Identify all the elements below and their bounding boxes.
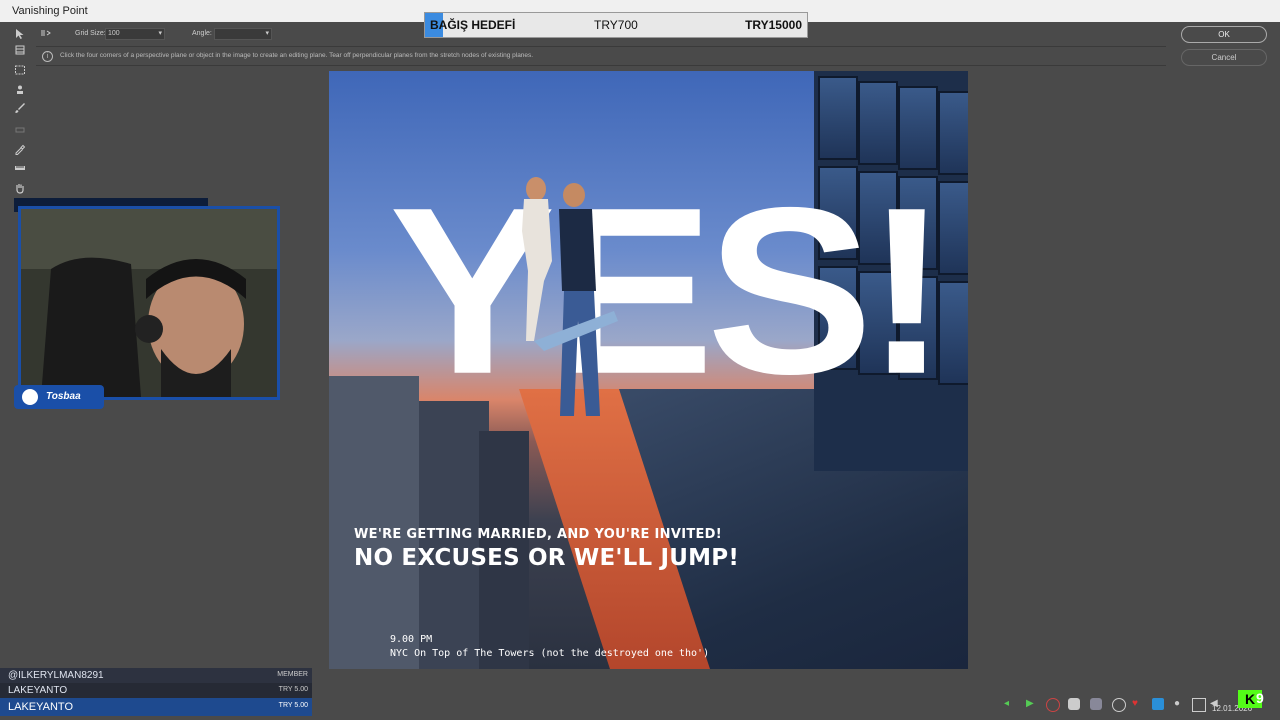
sponsor-badge: Tosbaa	[14, 385, 104, 409]
cancel-button[interactable]: Cancel	[1181, 49, 1267, 66]
chevron-down-icon: ▾	[265, 30, 269, 37]
feed-row: @ILKERYLMAN8291 MEMBER	[0, 668, 312, 683]
sponsor-name: Tosbaa	[46, 391, 81, 402]
feed-name: LAKEYANTO	[8, 685, 68, 696]
transform-icon[interactable]	[10, 122, 30, 138]
poster-time: 9.00 PM	[390, 634, 433, 645]
feed-tag: TRY 5.00	[278, 702, 308, 709]
steam-icon[interactable]	[1112, 698, 1126, 712]
discord-icon[interactable]	[1090, 698, 1102, 710]
webcam-overlay: Tosbaa	[14, 198, 282, 409]
app-icon[interactable]	[1068, 698, 1080, 710]
window-title: Vanishing Point	[12, 5, 88, 17]
feed-name: @ILKERYLMAN8291	[8, 670, 104, 681]
tosbaa-logo-icon	[22, 389, 38, 405]
grid-size-value: 100	[108, 30, 120, 37]
couple-photo	[522, 177, 618, 416]
tools-panel	[0, 24, 36, 214]
streamer-image	[21, 209, 277, 397]
plane-options-icon[interactable]	[40, 29, 52, 37]
arrow-icon[interactable]: ◂	[1004, 698, 1016, 710]
arrow-pointer-icon[interactable]	[10, 26, 30, 42]
play-icon[interactable]: ▶	[1026, 698, 1038, 710]
feed-name: LAKEYANTO	[8, 701, 74, 713]
webcam-feed	[18, 206, 280, 400]
donation-feed: @ILKERYLMAN8291 MEMBER LAKEYANTO TRY 5.0…	[0, 668, 312, 720]
donation-goal-bar: BAĞIŞ HEDEFİ TRY700 TRY15000	[424, 12, 808, 38]
ok-button[interactable]: OK	[1181, 26, 1267, 43]
poster-place: NYC On Top of The Towers (not the destro…	[390, 648, 710, 659]
shield-icon[interactable]: ♥	[1132, 698, 1144, 710]
hand-icon[interactable]	[10, 180, 30, 196]
feed-tag: TRY 5.00	[278, 686, 308, 693]
info-icon: i	[42, 51, 53, 62]
record-icon[interactable]	[1046, 698, 1060, 712]
grid-size-field[interactable]: 100 ▾	[105, 28, 165, 40]
feed-row: LAKEYANTO TRY 5.00	[0, 683, 312, 698]
angle-field[interactable]: ▾	[214, 28, 272, 40]
brush-icon[interactable]	[10, 100, 30, 116]
poster-line-1: WE'RE GETTING MARRIED, AND YOU'RE INVITE…	[354, 527, 722, 542]
create-plane-icon[interactable]	[10, 42, 30, 58]
ruler-icon[interactable]	[10, 160, 30, 176]
poster-headline: YES!	[389, 158, 948, 424]
chevron-down-icon: ▾	[158, 30, 162, 37]
angle-label: Angle:	[192, 30, 212, 37]
microphone-icon[interactable]: ●	[1174, 698, 1186, 710]
system-tray: ◂ ▶ ♥ ● ◀ 12.01.2026 K 9	[980, 690, 1280, 720]
kick-count: 9	[1256, 690, 1264, 706]
poster-line-2: NO EXCUSES OR WE'LL JUMP!	[354, 545, 740, 571]
info-bar: i Click the four corners of a perspectiv…	[36, 46, 1166, 66]
feed-tag: MEMBER	[277, 671, 308, 678]
donation-current: TRY700	[594, 18, 638, 32]
donation-goal: TRY15000	[745, 18, 802, 32]
grid-size-label: Grid Size:	[75, 30, 106, 37]
stamp-icon[interactable]	[10, 82, 30, 98]
monitor-icon[interactable]	[1192, 698, 1206, 712]
eyedropper-icon[interactable]	[10, 142, 30, 158]
feed-row: LAKEYANTO TRY 5.00	[0, 698, 312, 716]
marquee-icon[interactable]	[10, 62, 30, 78]
donation-label: BAĞIŞ HEDEFİ	[430, 18, 516, 32]
image-canvas[interactable]: YES! WE'RE GETTING MARRIED, AND YOU'RE I…	[329, 71, 968, 669]
info-text: Click the four corners of a perspective …	[60, 52, 534, 59]
security-icon[interactable]	[1152, 698, 1164, 710]
